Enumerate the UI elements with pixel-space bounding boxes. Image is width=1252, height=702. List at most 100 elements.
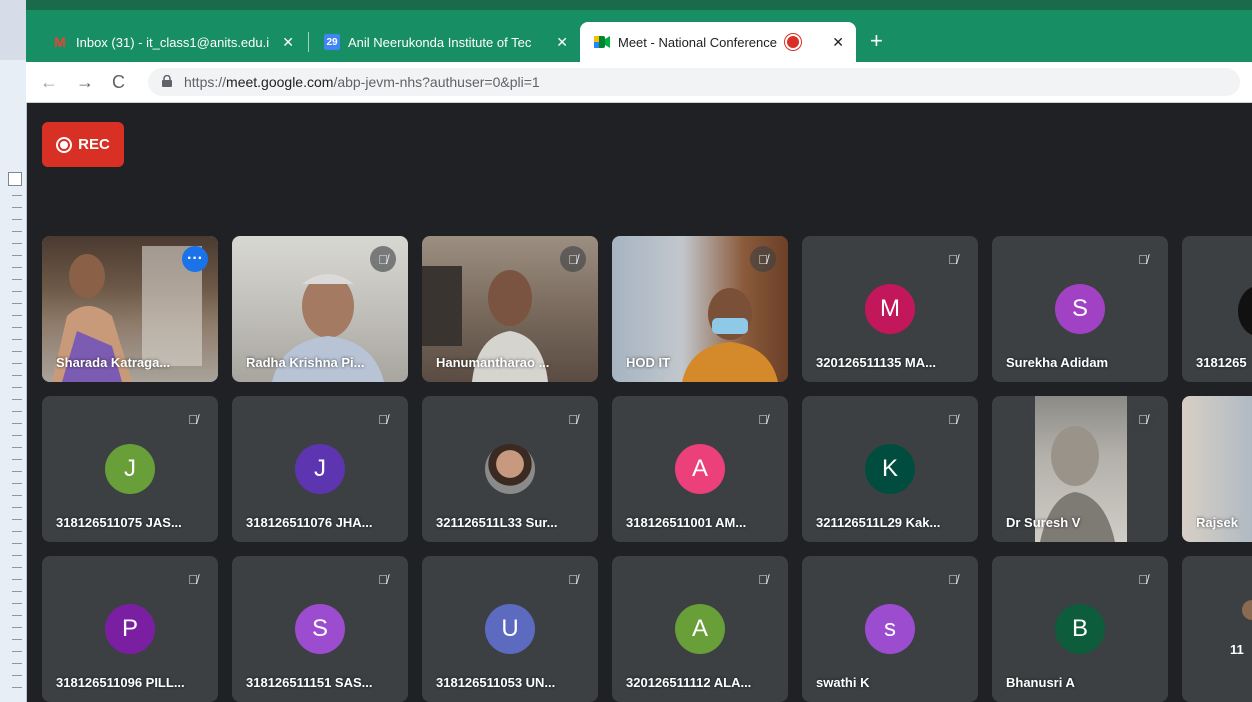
recording-badge[interactable]: REC xyxy=(42,122,124,167)
more-options-icon[interactable]: ··· xyxy=(182,246,208,272)
window-top-edge xyxy=(26,0,1252,10)
avatar: A xyxy=(675,444,725,494)
participant-tile[interactable]: 3181265 xyxy=(1182,236,1252,382)
ruler-ticks xyxy=(12,195,22,695)
participant-name: HOD IT xyxy=(626,355,671,370)
record-icon xyxy=(56,136,73,153)
forward-arrow-icon[interactable]: → xyxy=(76,72,94,93)
participant-tile[interactable]: ··· Sharada Katraga... xyxy=(42,236,218,382)
gmail-icon: M xyxy=(54,34,66,50)
participant-tile[interactable]: 🎙̸ Radha Krishna Pi... xyxy=(232,236,408,382)
mic-off-icon: 🎙̸ xyxy=(1130,406,1156,432)
avatar: S xyxy=(1055,284,1105,334)
tab-gmail[interactable]: M Inbox (31) - it_class1@anits.edu.i ✕ xyxy=(38,22,306,62)
participant-tile[interactable]: 🎙̸ A 320126511112 ALA... xyxy=(612,556,788,702)
url-prefix: https:// xyxy=(184,74,227,90)
url-field[interactable]: https://meet.google.com/abp-jevm-nhs?aut… xyxy=(148,68,1240,96)
mic-off-icon: 🎙̸ xyxy=(378,571,388,587)
participant-tile[interactable]: Rajsek xyxy=(1182,396,1252,542)
avatar: K xyxy=(865,444,915,494)
browser-tab-bar: M Inbox (31) - it_class1@anits.edu.i ✕ 2… xyxy=(26,0,1252,62)
participant-tile[interactable]: 🎙̸ Dr Suresh V xyxy=(992,396,1168,542)
tab-meet[interactable]: Meet - National Conference ✕ xyxy=(580,22,856,62)
participant-name: 320126511112 ALA... xyxy=(626,675,752,690)
participant-tile[interactable]: 🎙̸ K 321126511L29 Kak... xyxy=(802,396,978,542)
mic-off-icon: 🎙̸ xyxy=(948,251,958,267)
tab-title: Meet - National Conference xyxy=(618,34,777,50)
avatar: M xyxy=(865,284,915,334)
mic-off-icon: 🎙̸ xyxy=(560,246,586,272)
tab-stop-selector[interactable] xyxy=(8,172,22,186)
participant-tile[interactable]: 🎙̸ A 318126511001 AM... xyxy=(612,396,788,542)
participant-tile[interactable]: 11 xyxy=(1182,556,1252,702)
participant-name: 321126511L29 Kak... xyxy=(816,515,941,530)
participant-name: Hanumantharao ... xyxy=(436,355,550,370)
calendar-icon: 29 xyxy=(324,34,340,50)
participant-tile[interactable]: 🎙̸ P 318126511096 PILL... xyxy=(42,556,218,702)
participant-tile[interactable]: 🎙̸ J 318126511076 JHA... xyxy=(232,396,408,542)
participant-tile[interactable]: 🎙̸ M 320126511135 MA... xyxy=(802,236,978,382)
close-icon[interactable]: ✕ xyxy=(282,34,294,51)
close-icon[interactable]: ✕ xyxy=(556,34,568,51)
participant-tile[interactable]: 🎙̸ S Surekha Adidam xyxy=(992,236,1168,382)
mic-off-icon: 🎙̸ xyxy=(948,411,958,427)
participant-name: Sharada Katraga... xyxy=(56,355,171,370)
mic-off-icon: 🎙̸ xyxy=(1138,571,1148,587)
mic-off-icon: 🎙̸ xyxy=(758,571,768,587)
mic-off-icon: 🎙̸ xyxy=(1138,251,1148,267)
participant-name: 11 xyxy=(1230,642,1244,657)
url-path: /abp-jevm-nhs?authuser=0&pli=1 xyxy=(333,74,540,90)
participant-tile[interactable]: 🎙̸ U 318126511053 UN... xyxy=(422,556,598,702)
mic-off-icon: 🎙̸ xyxy=(750,246,776,272)
participant-tile[interactable]: 🎙̸ s swathi K xyxy=(802,556,978,702)
avatar: A xyxy=(675,604,725,654)
participant-tile[interactable]: 🎙̸ S 318126511151 SAS... xyxy=(232,556,408,702)
word-app-corner xyxy=(0,0,26,60)
participant-name: 320126511135 MA... xyxy=(816,355,936,370)
address-bar-area: ← → C https://meet.google.com/abp-jevm-n… xyxy=(26,62,1252,103)
participant-name: Dr Suresh V xyxy=(1006,515,1081,530)
avatar: J xyxy=(105,444,155,494)
participant-tile[interactable]: 🎙̸ J 318126511075 JAS... xyxy=(42,396,218,542)
participant-name: 318126511076 JHA... xyxy=(246,515,373,530)
tab-title: Inbox (31) - it_class1@anits.edu.i xyxy=(76,34,270,50)
avatar: S xyxy=(295,604,345,654)
participant-name: Radha Krishna Pi... xyxy=(246,355,365,370)
url-host: meet.google.com xyxy=(226,74,334,90)
avatar xyxy=(485,444,535,494)
close-icon[interactable]: ✕ xyxy=(832,34,844,51)
participant-name: swathi K xyxy=(816,675,870,690)
mic-off-icon: 🎙̸ xyxy=(568,571,578,587)
avatar: J xyxy=(295,444,345,494)
word-ruler xyxy=(0,0,27,702)
back-arrow-icon[interactable]: ← xyxy=(40,72,58,93)
participant-name: 318126511151 SAS... xyxy=(246,675,373,690)
participant-name: 318126511096 PILL... xyxy=(56,675,185,690)
new-tab-button[interactable]: + xyxy=(870,28,883,54)
participant-name: Bhanusri A xyxy=(1006,675,1075,690)
tab-anits[interactable]: 29 Anil Neerukonda Institute of Tec ✕ xyxy=(310,22,580,62)
participant-tile[interactable]: 🎙̸ Hanumantharao ... xyxy=(422,236,598,382)
reload-icon[interactable]: C xyxy=(112,72,125,93)
participant-name: Rajsek xyxy=(1196,515,1238,530)
avatar: P xyxy=(105,604,155,654)
avatar xyxy=(1238,286,1252,336)
mic-off-icon: 🎙̸ xyxy=(378,411,388,427)
mic-off-icon: 🎙̸ xyxy=(188,411,198,427)
avatar: s xyxy=(865,604,915,654)
avatar: U xyxy=(485,604,535,654)
tab-separator xyxy=(308,32,309,52)
mic-off-icon: 🎙̸ xyxy=(758,411,768,427)
meet-icon xyxy=(594,34,610,50)
avatar: B xyxy=(1055,604,1105,654)
participant-name: 318126511053 UN... xyxy=(436,675,556,690)
tab-title: Anil Neerukonda Institute of Tec xyxy=(348,34,532,50)
mic-off-icon: 🎙̸ xyxy=(370,246,396,272)
participant-tile[interactable]: 🎙̸ 321126511L33 Sur... xyxy=(422,396,598,542)
participant-name: 3181265 xyxy=(1196,355,1247,370)
participant-name: 318126511075 JAS... xyxy=(56,515,182,530)
rec-label: REC xyxy=(78,136,110,153)
participant-tile[interactable]: 🎙̸ B Bhanusri A xyxy=(992,556,1168,702)
participant-name: 318126511001 AM... xyxy=(626,515,747,530)
participant-tile[interactable]: 🎙̸ HOD IT xyxy=(612,236,788,382)
